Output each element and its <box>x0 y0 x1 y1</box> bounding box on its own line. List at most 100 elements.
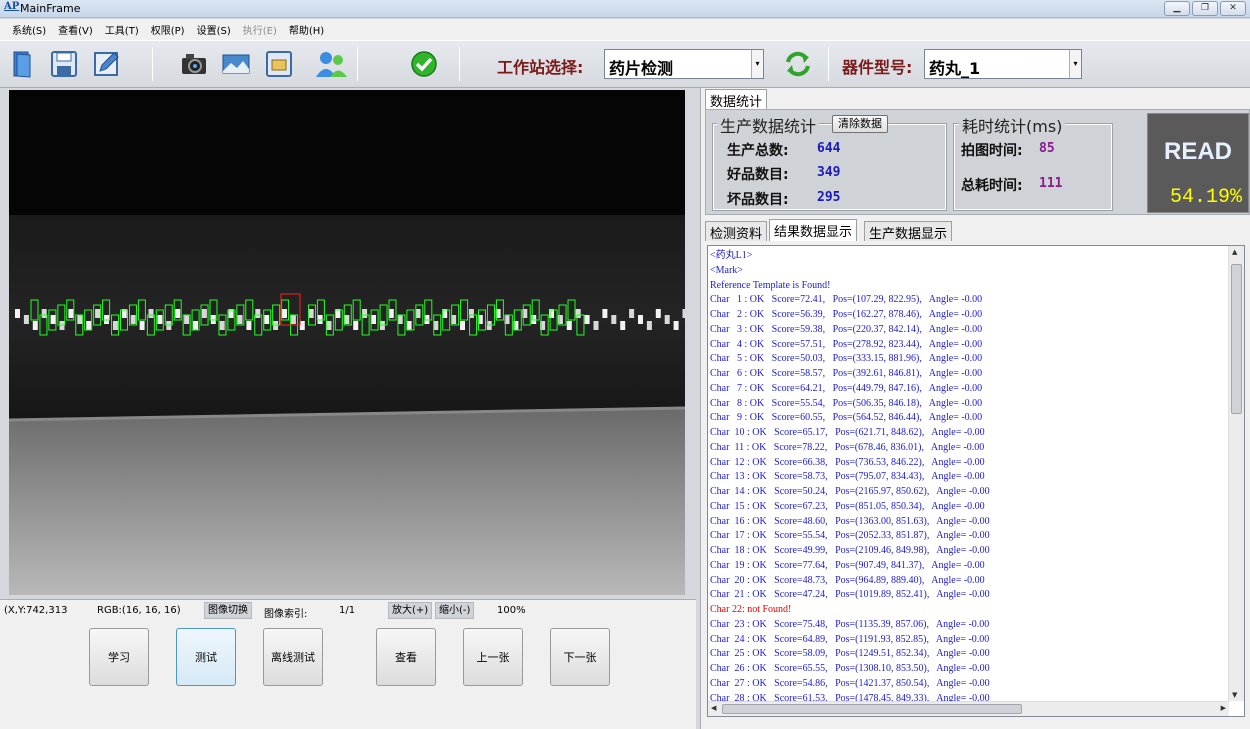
menu-permission[interactable]: 权限(P) <box>145 22 191 37</box>
prev-image-button[interactable]: 上一张 <box>463 628 523 686</box>
restore-button[interactable]: ❐ <box>1192 1 1218 16</box>
scroll-down-icon[interactable]: ▼ <box>1232 691 1237 699</box>
pill <box>308 309 314 318</box>
refresh-icon[interactable] <box>783 49 813 79</box>
pill <box>148 309 154 318</box>
log-line: Char 10 : OK Score=65.17, Pos=(621.71, 8… <box>710 427 985 438</box>
menu-system[interactable]: 系统(S) <box>6 22 52 37</box>
pill <box>139 321 145 330</box>
zoom-in-button[interactable]: 放大(+) <box>388 602 433 619</box>
tab-data-statistics[interactable]: 数据统计 <box>705 89 768 110</box>
image-status-bar: (X,Y:742,313 RGB:(16, 16, 16) 图像切换 图像索引:… <box>0 599 696 621</box>
right-panel: 数据统计 生产数据统计 清除数据 生产总数: 644 好品数目: 349 坏品数… <box>700 88 1250 729</box>
cursor-coords: (X,Y:742,313 <box>4 605 68 616</box>
scroll-thumb[interactable] <box>722 704 1022 714</box>
pill <box>299 321 305 330</box>
menu-tools[interactable]: 工具(T) <box>99 22 145 37</box>
pill <box>282 309 287 318</box>
good-count-value: 349 <box>817 165 841 180</box>
minimize-button[interactable]: ▁ <box>1164 1 1190 16</box>
good-count-label: 好品数目: <box>727 167 789 183</box>
timing-stats-group: 耗时统计(ms) 拍图时间: 85 总耗时间: 111 <box>953 113 1113 211</box>
open-file-icon[interactable] <box>8 49 38 79</box>
horizontal-scrollbar[interactable]: ◀ ▶ <box>708 701 1229 716</box>
chevron-down-icon[interactable]: ▾ <box>1069 50 1081 78</box>
pill <box>388 309 394 318</box>
log-line: Char 13 : OK Score=58.73, Pos=(795.07, 8… <box>710 471 985 483</box>
tab-inspection-info[interactable]: 检测资料 <box>705 221 768 242</box>
log-line: Char 26 : OK Score=65.55, Pos=(1308.10, … <box>710 663 990 674</box>
pill <box>237 315 243 324</box>
image-switch-button[interactable]: 图像切换 <box>204 602 252 619</box>
learn-button[interactable]: 学习 <box>89 628 149 686</box>
result-log[interactable]: <药丸L1> <Mark> Reference Template is Found!… <box>707 245 1245 717</box>
scroll-left-icon[interactable]: ◀ <box>711 704 716 712</box>
pill <box>664 315 670 324</box>
pill <box>95 309 101 318</box>
log-line: Char 3 : OK Score=59.38, Pos=(220.37, 84… <box>710 323 983 335</box>
menu-execute: 执行(E) <box>242 26 277 37</box>
pill <box>646 321 652 330</box>
station-select-value: 药片检测 <box>609 59 674 78</box>
log-line: Char 7 : OK Score=64.21, Pos=(449.79, 84… <box>710 382 983 394</box>
clear-data-button[interactable]: 清除数据 <box>832 115 888 133</box>
log-line: Char 22: not Found! <box>710 604 792 615</box>
tab-result-data[interactable]: 结果数据显示 <box>769 219 858 241</box>
pill <box>246 321 252 330</box>
menu-bar: 系统(S) 查看(V) 工具(T) 权限(P) 设置(S) 执行(E) 帮助(H… <box>0 19 1250 40</box>
bad-count-value: 295 <box>817 190 841 205</box>
pill <box>655 309 661 318</box>
image-icon[interactable] <box>221 49 251 79</box>
pill <box>566 321 572 330</box>
zoom-out-button[interactable]: 缩小(-) <box>435 602 475 619</box>
pill <box>219 321 225 330</box>
scroll-thumb[interactable] <box>1231 264 1242 414</box>
window-title: MainFrame <box>20 2 81 15</box>
capture-time-label: 拍图时间: <box>961 143 1023 159</box>
log-line: Char 27 : OK Score=54.86, Pos=(1421.37, … <box>710 677 990 689</box>
menu-view[interactable]: 查看(V) <box>52 22 99 37</box>
close-button[interactable]: ✕ <box>1220 1 1246 16</box>
log-line: <Mark> <box>710 264 743 276</box>
station-label: 工作站选择: <box>497 58 584 77</box>
view-button[interactable]: 查看 <box>376 628 436 686</box>
log-line: <药丸L1> <box>710 250 753 261</box>
test-button[interactable]: 测试 <box>176 628 236 686</box>
part-select[interactable]: 药丸_1 ▾ <box>924 49 1082 79</box>
read-percent: 54.19% <box>1169 186 1242 209</box>
log-line: Char 25 : OK Score=58.09, Pos=(1249.51, … <box>710 648 990 660</box>
pixel-rgb: RGB:(16, 16, 16) <box>97 605 181 616</box>
pill <box>584 315 590 324</box>
save-image-icon[interactable] <box>264 49 294 79</box>
chevron-down-icon[interactable]: ▾ <box>751 50 763 78</box>
pill <box>15 309 20 318</box>
next-image-button[interactable]: 下一张 <box>550 628 610 686</box>
offline-test-button[interactable]: 离线测试 <box>263 628 323 686</box>
inspection-image-view[interactable] <box>9 90 685 595</box>
log-line: Char 12 : OK Score=66.38, Pos=(736.53, 8… <box>710 456 985 468</box>
menu-help[interactable]: 帮助(H) <box>283 22 330 37</box>
pill <box>326 321 332 330</box>
checkmark-run-icon[interactable] <box>409 49 439 79</box>
vertical-scrollbar[interactable]: ▲ ▼ <box>1228 246 1244 701</box>
result-log-text: <药丸L1> <Mark> Reference Template is Found!… <box>710 249 1225 701</box>
scroll-up-icon[interactable]: ▲ <box>1232 248 1237 256</box>
part-label: 器件型号: <box>842 58 913 77</box>
camera-icon[interactable] <box>179 49 209 79</box>
pill <box>611 315 617 324</box>
pill <box>593 321 599 330</box>
production-stats-group: 生产数据统计 清除数据 生产总数: 644 好品数目: 349 坏品数目: 29… <box>712 113 947 211</box>
total-count-value: 644 <box>817 141 841 156</box>
scroll-right-icon[interactable]: ▶ <box>1221 704 1226 712</box>
user-icon[interactable] <box>314 49 350 79</box>
pill <box>23 315 29 324</box>
save-icon[interactable] <box>49 49 79 79</box>
log-line: Char 4 : OK Score=57.51, Pos=(278.92, 82… <box>710 338 983 350</box>
edit-icon[interactable] <box>92 49 122 79</box>
tab-production-data[interactable]: 生产数据显示 <box>864 221 953 242</box>
part-select-value: 药丸_1 <box>929 59 981 78</box>
station-select[interactable]: 药片检测 ▾ <box>604 49 764 79</box>
timing-stats-title: 耗时统计(ms) <box>959 113 1066 137</box>
log-line: Char 5 : OK Score=50.03, Pos=(333.15, 88… <box>710 353 983 365</box>
menu-settings[interactable]: 设置(S) <box>191 22 237 37</box>
